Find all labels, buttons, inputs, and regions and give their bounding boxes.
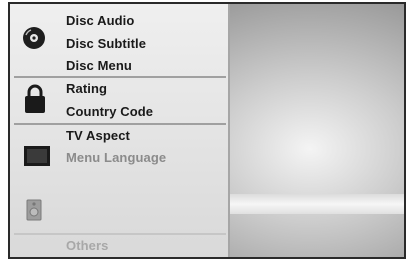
- menu-item-disc-menu[interactable]: Disc Menu: [66, 58, 132, 73]
- menu-item-others[interactable]: Others: [66, 238, 109, 253]
- osd-screen: Disc Audio Disc Subtitle Disc Menu Ratin…: [8, 2, 406, 259]
- tv-icon: [24, 146, 50, 171]
- section-divider: [14, 233, 226, 235]
- speaker-icon: [26, 199, 42, 226]
- lock-icon: [24, 84, 46, 119]
- menu-item-rating[interactable]: Rating: [66, 81, 107, 96]
- setup-menu-panel: Disc Audio Disc Subtitle Disc Menu Ratin…: [10, 4, 230, 257]
- section-divider: [14, 76, 226, 78]
- menu-item-tv-aspect[interactable]: TV Aspect: [66, 128, 130, 143]
- menu-item-country-code[interactable]: Country Code: [66, 104, 153, 119]
- menu-item-disc-subtitle[interactable]: Disc Subtitle: [66, 36, 146, 51]
- disc-icon: [22, 26, 46, 55]
- menu-item-menu-language[interactable]: Menu Language: [66, 150, 166, 165]
- section-divider: [14, 123, 226, 125]
- menu-item-disc-audio[interactable]: Disc Audio: [66, 13, 134, 28]
